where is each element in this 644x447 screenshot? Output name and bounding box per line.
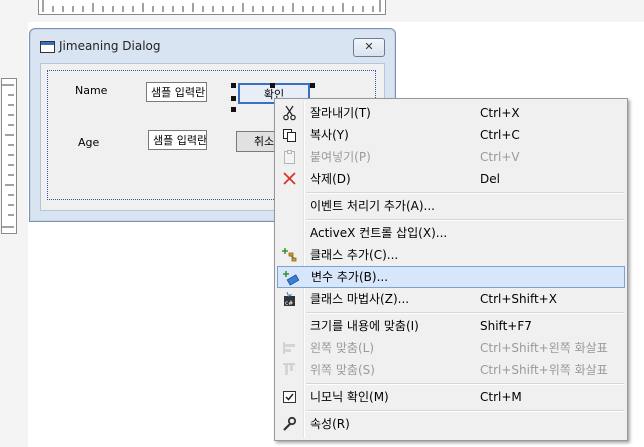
menu-item-align-left-label: 왼쪽 맞춤(L) xyxy=(310,341,375,355)
horizontal-ruler-ticks xyxy=(42,0,381,12)
menu-separator xyxy=(306,383,624,385)
menu-item-size-to-content-label: 크기를 내용에 맞춤(I) xyxy=(310,319,419,333)
align-left-icon xyxy=(281,340,298,356)
menu-item-copy-label: 복사(Y) xyxy=(310,128,349,142)
age-label[interactable]: Age xyxy=(78,136,99,149)
menu-item-paste-label: 붙여넣기(P) xyxy=(310,150,371,164)
context-menu[interactable]: 잘라내기(T) Ctrl+X 복사(Y) Ctrl+C 붙여넣기(P) Ctrl… xyxy=(274,98,628,441)
dialog-title: Jimeaning Dialog xyxy=(59,39,161,53)
menu-item-size-to-content-shortcut: Shift+F7 xyxy=(480,319,532,333)
vertical-ruler-ticks xyxy=(2,84,14,228)
menu-item-cut[interactable]: 잘라내기(T) Ctrl+X xyxy=(277,102,625,124)
menu-item-check-mnemonics-label: 니모닉 확인(M) xyxy=(310,390,389,404)
menu-separator xyxy=(306,192,624,194)
left-ruler-area xyxy=(0,22,28,447)
vertical-ruler[interactable] xyxy=(1,78,17,234)
menu-item-add-variable[interactable]: 변수 추가(B)... xyxy=(277,266,625,288)
menu-item-class-wizard-label: 클래스 마법사(Z)... xyxy=(310,292,410,306)
delete-icon xyxy=(281,171,298,187)
menu-item-delete-label: 삭제(D) xyxy=(310,172,351,186)
align-top-icon xyxy=(281,362,298,378)
menu-item-copy[interactable]: 복사(Y) Ctrl+C xyxy=(277,124,625,146)
horizontal-ruler[interactable] xyxy=(38,0,386,15)
resize-handle-bottom-left[interactable] xyxy=(231,107,236,112)
menu-item-check-mnemonics-shortcut: Ctrl+M xyxy=(480,390,522,404)
age-edit-box[interactable]: 샘플 입력란 xyxy=(148,130,207,150)
menu-item-add-class[interactable]: 클래스 추가(C)... xyxy=(277,244,625,266)
menu-item-add-variable-label: 변수 추가(B)... xyxy=(311,270,389,284)
menu-item-delete-shortcut: Del xyxy=(480,172,500,186)
menu-item-add-event-handler[interactable]: 이벤트 처리기 추가(A)... xyxy=(277,195,625,217)
menu-item-properties[interactable]: 속성(R) xyxy=(277,413,625,435)
add-class-icon xyxy=(281,247,298,263)
name-edit-box[interactable]: 샘플 입력란 xyxy=(146,82,207,102)
scissors-icon xyxy=(281,105,298,121)
resize-handle-top-left[interactable] xyxy=(231,83,236,88)
wrench-icon xyxy=(281,416,298,432)
paste-icon xyxy=(281,149,298,165)
menu-item-insert-activex-label: ActiveX 컨트롤 삽입(X)... xyxy=(310,226,448,240)
menu-item-align-top[interactable]: 위쪽 맞춤(S) Ctrl+Shift+위쪽 화살표 xyxy=(277,359,625,381)
menu-separator xyxy=(306,312,624,314)
menu-separator xyxy=(306,410,624,412)
menu-item-add-event-handler-label: 이벤트 처리기 추가(A)... xyxy=(310,199,435,213)
resize-handle-top-right[interactable] xyxy=(310,83,315,88)
menu-item-insert-activex[interactable]: ActiveX 컨트롤 삽입(X)... xyxy=(277,222,625,244)
menu-item-paste[interactable]: 붙여넣기(P) Ctrl+V xyxy=(277,146,625,168)
add-variable-icon xyxy=(282,270,300,286)
menu-item-paste-shortcut: Ctrl+V xyxy=(480,150,520,164)
menu-item-cut-label: 잘라내기(T) xyxy=(310,106,371,120)
menu-item-check-mnemonics[interactable]: 니모닉 확인(M) Ctrl+M xyxy=(277,386,625,408)
menu-item-class-wizard-shortcut: Ctrl+Shift+X xyxy=(480,292,557,306)
dialog-app-icon xyxy=(40,41,55,53)
menu-item-cut-shortcut: Ctrl+X xyxy=(480,106,520,120)
menu-item-size-to-content[interactable]: 크기를 내용에 맞춤(I) Shift+F7 xyxy=(277,315,625,337)
menu-item-delete[interactable]: 삭제(D) Del xyxy=(277,168,625,190)
menu-item-align-top-shortcut: Ctrl+Shift+위쪽 화살표 xyxy=(480,363,608,377)
menu-separator xyxy=(306,219,624,221)
dialog-close-button[interactable]: ✕ xyxy=(353,38,385,57)
menu-item-class-wizard[interactable]: c# 클래스 마법사(Z)... Ctrl+Shift+X xyxy=(277,288,625,310)
resize-handle-top[interactable] xyxy=(270,83,275,88)
copy-icon xyxy=(281,127,298,143)
menu-item-properties-label: 속성(R) xyxy=(310,417,350,431)
menu-item-copy-shortcut: Ctrl+C xyxy=(480,128,520,142)
menu-item-add-class-label: 클래스 추가(C)... xyxy=(310,248,399,262)
name-label[interactable]: Name xyxy=(75,84,107,97)
top-ruler-area xyxy=(0,0,644,22)
menu-item-align-left[interactable]: 왼쪽 맞춤(L) Ctrl+Shift+왼쪽 화살표 xyxy=(277,337,625,359)
menu-item-align-left-shortcut: Ctrl+Shift+왼쪽 화살표 xyxy=(480,341,608,355)
check-mnemonics-icon xyxy=(281,389,298,405)
svg-text:c#: c# xyxy=(285,300,293,307)
menu-item-align-top-label: 위쪽 맞춤(S) xyxy=(310,363,375,377)
class-wizard-icon: c# xyxy=(281,291,298,307)
resize-handle-left[interactable] xyxy=(231,96,236,101)
